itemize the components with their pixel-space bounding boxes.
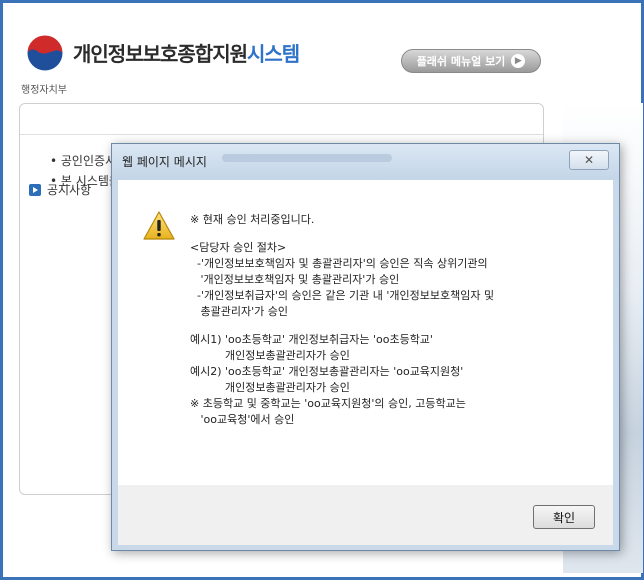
message-line: 예시2) 'oo초등학교' 개인정보총괄관리자는 'oo교육지원청': [190, 365, 464, 378]
message-line: 예시1) 'oo초등학교' 개인정보취급자는 'oo초등학교': [190, 333, 433, 346]
warning-icon: [142, 210, 176, 242]
dialog-titlebar[interactable]: 웹 페이지 메시지 ✕: [112, 144, 619, 180]
dialog-footer: 확인: [118, 485, 613, 545]
dialog-body: ※ 현재 승인 처리중입니다. <담당자 승인 절차> -'개인정보보호책임자 …: [118, 180, 613, 485]
chevron-right-icon: ▶: [511, 54, 526, 68]
notice-icon: [29, 183, 41, 196]
message-line: -'개인정보취급자'의 승인은 같은 기관 내 '개인정보보호책임자 및: [190, 289, 495, 302]
flash-manual-label: 플래쉬 메뉴얼 보기: [416, 55, 506, 68]
message-line: ※ 초등학교 및 중학교는 'oo교육지원청'의 승인, 고등학교는: [190, 397, 466, 410]
app-title-accent: 시스템: [247, 42, 300, 66]
close-button[interactable]: ✕: [569, 150, 609, 170]
message-line: <담당자 승인 절차>: [190, 241, 287, 254]
app-title: 개인정보보호종합지원시스템: [73, 38, 300, 67]
government-logo-icon: [25, 33, 65, 73]
message-line: [190, 320, 494, 332]
message-line: 개인정보총괄관리자가 승인: [190, 381, 350, 394]
close-icon: ✕: [583, 153, 595, 167]
message-line: 개인정보총괄관리자가 승인: [190, 349, 350, 362]
flash-manual-button[interactable]: 플래쉬 메뉴얼 보기 ▶: [401, 49, 541, 73]
message-line: 총괄관리자'가 승인: [190, 305, 288, 318]
notice-link[interactable]: 공지사항: [29, 181, 91, 198]
notice-label: 공지사항: [47, 183, 92, 197]
message-line: 'oo교육청'에서 승인: [190, 413, 295, 426]
message-line: [190, 228, 494, 240]
dialog-title: 웹 페이지 메시지: [122, 155, 207, 169]
message-line: -'개인정보보호책임자 및 총괄관리자'의 승인은 직속 상위기관의: [190, 257, 488, 270]
ok-button[interactable]: 확인: [533, 505, 595, 529]
ministry-label: 행정자치부: [21, 85, 67, 96]
message-line: '개인정보보호책임자 및 총괄관리자'가 승인: [190, 273, 400, 286]
blurred-page-title: [222, 154, 392, 162]
panel-divider: [20, 134, 543, 135]
app-title-main: 개인정보보호종합지원: [73, 42, 248, 66]
browser-frame: 개인정보보호종합지원시스템 행정자치부 플래쉬 메뉴얼 보기 ▶ • 공인인증서…: [0, 0, 644, 580]
dialog-message: ※ 현재 승인 처리중입니다. <담당자 승인 절차> -'개인정보보호책임자 …: [190, 212, 494, 428]
panel-bullet-1: • 공인인증서: [50, 154, 117, 168]
message-line: ※ 현재 승인 처리중입니다.: [190, 213, 315, 226]
web-page-message-dialog: 웹 페이지 메시지 ✕ ※ 현재 승인 처리중입니다. <담당자 승인 절차> …: [111, 143, 620, 551]
